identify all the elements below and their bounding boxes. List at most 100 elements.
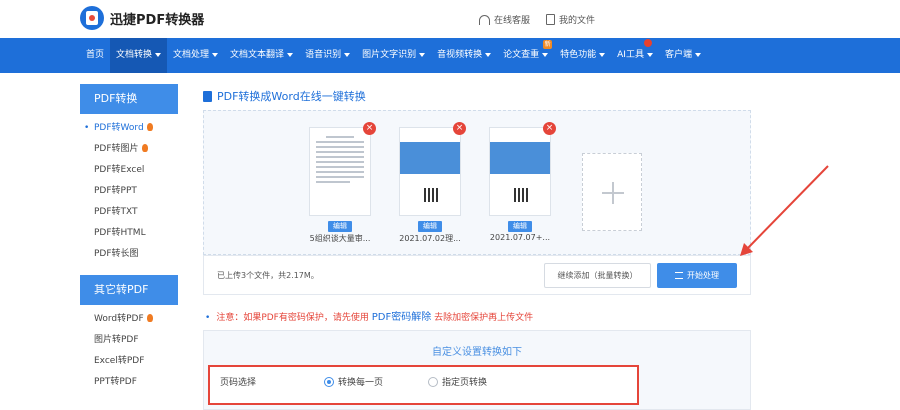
edit-file-button[interactable]: 编辑 xyxy=(328,221,352,232)
nav-item[interactable]: 客户端 xyxy=(659,38,707,73)
password-notice: • 注意：如果PDF有密码保护，请先使用 PDF密码解除 去除加密保护再上传文件 xyxy=(205,308,533,323)
sidebar-item-label: PDF转PPT xyxy=(94,186,137,196)
sidebar-section-pdf-convert: PDF转换 xyxy=(80,84,178,114)
nav-item[interactable]: 文档文本翻译 xyxy=(224,38,299,73)
sidebar: PDF转换 PDF转WordPDF转图片PDF转ExcelPDF转PPTPDF转… xyxy=(80,84,178,397)
continue-add-button[interactable]: 继续添加（批量转换） xyxy=(544,263,651,288)
sidebar-item[interactable]: PDF转Excel xyxy=(80,160,178,181)
nav-item[interactable]: 图片文字识别 xyxy=(356,38,431,73)
sidebar-item-label: PDF转长图 xyxy=(94,249,139,259)
chevron-down-icon xyxy=(485,52,492,57)
pdf-password-remove-link[interactable]: PDF密码解除 xyxy=(372,312,431,323)
sidebar-item-label: PDF转TXT xyxy=(94,207,138,217)
edit-file-button[interactable]: 编辑 xyxy=(508,221,532,232)
fire-icon xyxy=(146,314,153,322)
file-thumbnail[interactable]: × xyxy=(489,122,556,216)
sidebar-list-other-to-pdf: Word转PDF 图片转PDF Excel转PDF PPT转PDF xyxy=(80,305,178,397)
radio-specified-pages-label: 指定页转换 xyxy=(442,378,488,388)
nav-item-label: 文档转换 xyxy=(116,50,153,60)
chevron-down-icon xyxy=(344,52,351,57)
remove-file-icon[interactable]: × xyxy=(543,122,556,135)
file-thumbnail[interactable]: × xyxy=(309,122,376,216)
file-icon xyxy=(545,14,555,25)
nav-item[interactable]: 语音识别 xyxy=(299,38,356,73)
notice-bullet: • xyxy=(205,313,211,323)
start-process-button[interactable]: 开始处理 xyxy=(657,263,737,288)
nav-item[interactable]: 论文查重新 xyxy=(497,38,554,73)
sidebar-item[interactable]: Excel转PDF xyxy=(80,351,178,372)
sidebar-item[interactable]: 图片转PDF xyxy=(80,330,178,351)
sidebar-item[interactable]: PDF转HTML xyxy=(80,223,178,244)
nav-item[interactable]: 文档处理 xyxy=(167,38,224,73)
notice-prefix: 注意：如果PDF有密码保护，请先使用 xyxy=(216,313,369,323)
nav-item-label: 特色功能 xyxy=(560,50,597,60)
chevron-down-icon xyxy=(599,52,606,57)
edit-file-button[interactable]: 编辑 xyxy=(418,221,442,232)
chevron-down-icon xyxy=(212,52,219,57)
sidebar-section-other-to-pdf: 其它转PDF xyxy=(80,275,178,305)
nav-items: 首页 文档转换 文档处理 文档文本翻译 语音识别 图片文字识别 音视频转换 论文查重新特色功能… xyxy=(80,38,707,73)
sidebar-item-label: Word转PDF xyxy=(94,314,144,324)
qr-code-preview xyxy=(514,188,528,202)
my-files-link[interactable]: 我的文件 xyxy=(545,13,595,26)
nav-item-label: 图片文字识别 xyxy=(362,50,417,60)
action-bar: 已上传3个文件，共2.17M。 继续添加（批量转换） 开始处理 xyxy=(203,255,751,295)
sidebar-item-label: PDF转Excel xyxy=(94,165,145,175)
document-icon xyxy=(203,90,212,102)
file-name: 2021.07.02理... xyxy=(399,234,461,243)
nav-item-label: 客户端 xyxy=(664,50,692,60)
nav-item-label: 语音识别 xyxy=(305,50,342,60)
sidebar-item[interactable]: PDF转PPT xyxy=(80,181,178,202)
headset-icon xyxy=(478,14,490,25)
radio-convert-each-page[interactable]: 转换每一页 xyxy=(324,375,383,388)
page-select-highlight: 页码选择 转换每一页 指定页转换 xyxy=(208,365,639,405)
file-thumbnail[interactable]: × xyxy=(399,122,466,216)
header-links: 在线客服 我的文件 xyxy=(478,13,595,26)
remove-file-icon[interactable]: × xyxy=(453,122,466,135)
sidebar-item-label: Excel转PDF xyxy=(94,356,145,366)
page-title-row: PDF转换成Word在线一键转换 xyxy=(203,88,366,104)
add-file-button[interactable] xyxy=(582,153,642,231)
nav-item[interactable]: 文档转换 xyxy=(110,38,168,73)
upload-panel: × 编辑 5组织谈大量审... × 编辑 2021.07.02理... × 编辑… xyxy=(203,110,751,255)
nav-item-label: 首页 xyxy=(86,50,105,60)
radio-convert-each-page-label: 转换每一页 xyxy=(338,378,384,388)
remove-file-icon[interactable]: × xyxy=(363,122,376,135)
uploaded-summary: 已上传3个文件，共2.17M。 xyxy=(217,271,319,280)
sidebar-item-label: PPT转PDF xyxy=(94,377,137,387)
file-name: 2021.07.07+... xyxy=(489,233,551,242)
document-preview xyxy=(316,136,364,186)
sidebar-item[interactable]: PDF转TXT xyxy=(80,202,178,223)
logo[interactable]: 迅捷PDF转换器 xyxy=(80,6,204,30)
hot-badge-icon xyxy=(643,39,652,47)
sidebar-list-pdf-convert: PDF转Word PDF转图片 PDF转Excel PDF转PPT PDF转TXT PDF… xyxy=(80,114,178,269)
radio-unselected-icon xyxy=(428,376,438,387)
nav-item-label: AI工具 xyxy=(617,50,644,60)
notice-suffix: 去除加密保护再上传文件 xyxy=(434,313,534,323)
sidebar-item[interactable]: PPT转PDF xyxy=(80,372,178,393)
online-service-link[interactable]: 在线客服 xyxy=(478,13,530,26)
logo-icon xyxy=(80,6,104,30)
nav-item-label: 文档文本翻译 xyxy=(230,50,285,60)
sidebar-item[interactable]: Word转PDF xyxy=(80,309,178,330)
nav-item[interactable]: 特色功能 xyxy=(554,38,611,73)
sidebar-item-label: PDF转HTML xyxy=(94,228,146,238)
chevron-down-icon xyxy=(155,52,162,57)
sidebar-item[interactable]: PDF转Word xyxy=(80,118,178,139)
nav-item[interactable]: 音视频转换 xyxy=(431,38,497,73)
nav-item[interactable]: AI工具 xyxy=(611,38,659,73)
nav-item-label: 音视频转换 xyxy=(437,50,483,60)
arrow-line xyxy=(745,165,829,251)
banner-preview xyxy=(490,142,550,174)
settings-panel: 自定义设置转换如下 页码选择 转换每一页 指定页转换 xyxy=(203,330,751,410)
page-title: PDF转换成Word在线一键转换 xyxy=(217,90,366,103)
sidebar-item-label: PDF转图片 xyxy=(94,144,139,154)
sidebar-item[interactable]: PDF转图片 xyxy=(80,139,178,160)
chevron-down-icon xyxy=(419,52,426,57)
start-process-label: 开始处理 xyxy=(687,271,719,280)
radio-specified-pages[interactable]: 指定页转换 xyxy=(428,375,487,388)
sidebar-item[interactable]: PDF转长图 xyxy=(80,244,178,265)
nav-item-label: 论文查重 xyxy=(503,50,540,60)
sidebar-item-label: PDF转Word xyxy=(94,123,144,133)
nav-item[interactable]: 首页 xyxy=(80,38,110,73)
